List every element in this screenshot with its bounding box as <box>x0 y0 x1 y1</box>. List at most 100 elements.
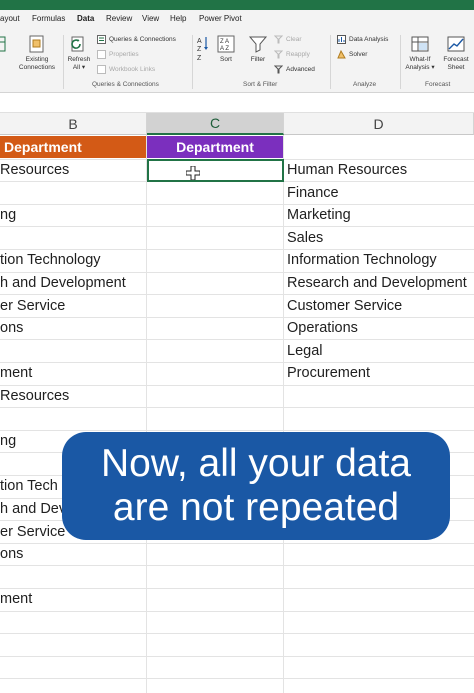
ribbon: Existing Connections Refresh All ▾ Queri… <box>0 31 474 93</box>
what-if-analysis-button[interactable]: What-If Analysis ▾ <box>403 34 437 72</box>
row-gridline <box>0 678 474 680</box>
tab-formulas[interactable]: Formulas <box>32 14 65 23</box>
cell-d[interactable]: Legal <box>287 340 322 363</box>
row-gridline <box>0 384 474 386</box>
workbook-links-button[interactable]: Workbook Links <box>97 65 155 74</box>
tab-data[interactable]: Data <box>77 14 94 23</box>
cell-b[interactable]: ons <box>0 543 23 566</box>
row-gridline <box>0 610 474 612</box>
row-gridline <box>0 316 474 318</box>
cell-d[interactable]: Operations <box>287 317 358 340</box>
cell-b[interactable]: er Service <box>0 295 65 318</box>
data-analysis-button[interactable]: Data Analysis <box>337 35 388 44</box>
row-gridline <box>0 588 474 589</box>
advanced-filter-button[interactable]: Advanced <box>274 65 315 74</box>
svg-text:Z: Z <box>197 55 202 61</box>
row-gridline <box>0 226 474 228</box>
clear-icon <box>274 35 283 44</box>
reapply-icon <box>274 50 283 59</box>
row-gridline <box>0 203 474 205</box>
queries-connections-button[interactable]: Queries & Connections <box>97 35 176 44</box>
row-gridline <box>0 362 474 363</box>
clear-filter-button[interactable]: Clear <box>274 35 302 44</box>
cell-b[interactable]: Resources <box>0 385 69 408</box>
queries-icon <box>97 35 106 44</box>
get-data-icon <box>0 36 6 52</box>
advanced-filter-icon <box>274 65 283 74</box>
cell-d[interactable]: Procurement <box>287 362 370 385</box>
group-label-queries: Queries & Connections <box>92 81 159 88</box>
row-gridline <box>0 407 474 409</box>
cell-d[interactable]: Human Resources <box>287 159 407 182</box>
column-header-c[interactable]: C <box>147 113 284 135</box>
group-label-forecast: Forecast <box>425 81 451 88</box>
cell-b[interactable]: er Service <box>0 521 65 544</box>
cell-d[interactable]: Finance <box>287 182 339 205</box>
cell-d[interactable]: Sales <box>287 227 323 250</box>
group-label-analyze: Analyze <box>353 81 377 88</box>
forecast-sheet-icon <box>447 36 465 52</box>
cell-b[interactable]: ment <box>0 588 32 611</box>
forecast-sheet-button[interactable]: Forecast Sheet <box>440 34 472 72</box>
column-header-d[interactable]: D <box>284 113 474 135</box>
filter-icon <box>248 36 268 53</box>
cell-b[interactable]: ng <box>0 204 16 227</box>
cell-d[interactable]: Customer Service <box>287 295 402 318</box>
svg-text:A Z: A Z <box>220 46 229 52</box>
tab-page-layout[interactable]: ayout <box>0 14 20 23</box>
properties-icon <box>97 50 106 59</box>
row-gridline <box>0 565 474 567</box>
cell-b[interactable]: ng <box>0 430 16 453</box>
cell-c-header[interactable]: Department <box>147 136 283 158</box>
cell-b[interactable]: h and Development <box>0 272 126 295</box>
tab-view[interactable]: View <box>142 14 159 23</box>
filter-button[interactable]: Filter <box>246 34 270 64</box>
workbook-links-icon <box>97 65 106 74</box>
svg-text:Z A: Z A <box>220 39 229 45</box>
formula-bar[interactable] <box>0 93 474 113</box>
caption-overlay: Now, all your data are not repeated <box>62 432 450 540</box>
sort-button[interactable]: Z AA Z Sort <box>214 34 238 64</box>
get-data-button[interactable] <box>0 35 8 55</box>
group-label-sort-filter: Sort & Filter <box>243 81 278 88</box>
cell-b[interactable]: ons <box>0 317 23 340</box>
what-if-icon <box>411 36 429 52</box>
caption-line-2: are not repeated <box>112 486 400 529</box>
row-gridline <box>0 339 474 341</box>
data-analysis-icon <box>337 35 346 44</box>
cell-b[interactable]: tion Technology <box>0 249 101 272</box>
cell-b[interactable]: Resources <box>0 159 69 182</box>
row-gridline <box>0 633 474 635</box>
tab-power-pivot[interactable]: Power Pivot <box>199 14 242 23</box>
sort-icon: Z AA Z <box>217 35 235 53</box>
existing-connections-icon <box>29 35 44 53</box>
cell-b[interactable]: tion Tech <box>0 475 58 498</box>
title-bar <box>0 0 474 10</box>
cell-cursor-icon <box>186 166 200 180</box>
tab-review[interactable]: Review <box>106 14 132 23</box>
solver-button[interactable]: Solver <box>337 50 367 59</box>
solver-icon <box>337 50 346 59</box>
column-header-b[interactable]: B <box>0 113 147 135</box>
svg-text:A: A <box>197 38 202 45</box>
row-gridline <box>0 655 474 657</box>
active-cell-c[interactable] <box>147 159 284 182</box>
refresh-all-button[interactable]: Refresh All ▾ <box>64 34 94 72</box>
sort-az-icon: AZZ <box>197 37 208 61</box>
refresh-icon <box>71 36 84 52</box>
cell-d[interactable]: Information Technology <box>287 249 437 272</box>
cell-d[interactable]: Research and Development <box>287 272 467 295</box>
ribbon-tabs: ayout Formulas Data Review View Help Pow… <box>0 10 474 40</box>
cell-b[interactable]: h and Dev <box>0 498 66 521</box>
caption-line-1: Now, all your data <box>100 442 411 485</box>
svg-text:Z: Z <box>197 46 202 53</box>
cell-d[interactable]: Marketing <box>287 204 351 227</box>
properties-button[interactable]: Properties <box>97 50 139 59</box>
row-gridline <box>0 542 474 544</box>
sort-az-button[interactable]: AZZ <box>196 35 210 63</box>
cell-b-header[interactable]: Department <box>0 136 146 158</box>
reapply-button[interactable]: Reapply <box>274 50 310 59</box>
cell-b[interactable]: ment <box>0 362 32 385</box>
tab-help[interactable]: Help <box>170 14 186 23</box>
existing-connections-button[interactable]: Existing Connections <box>14 34 60 72</box>
